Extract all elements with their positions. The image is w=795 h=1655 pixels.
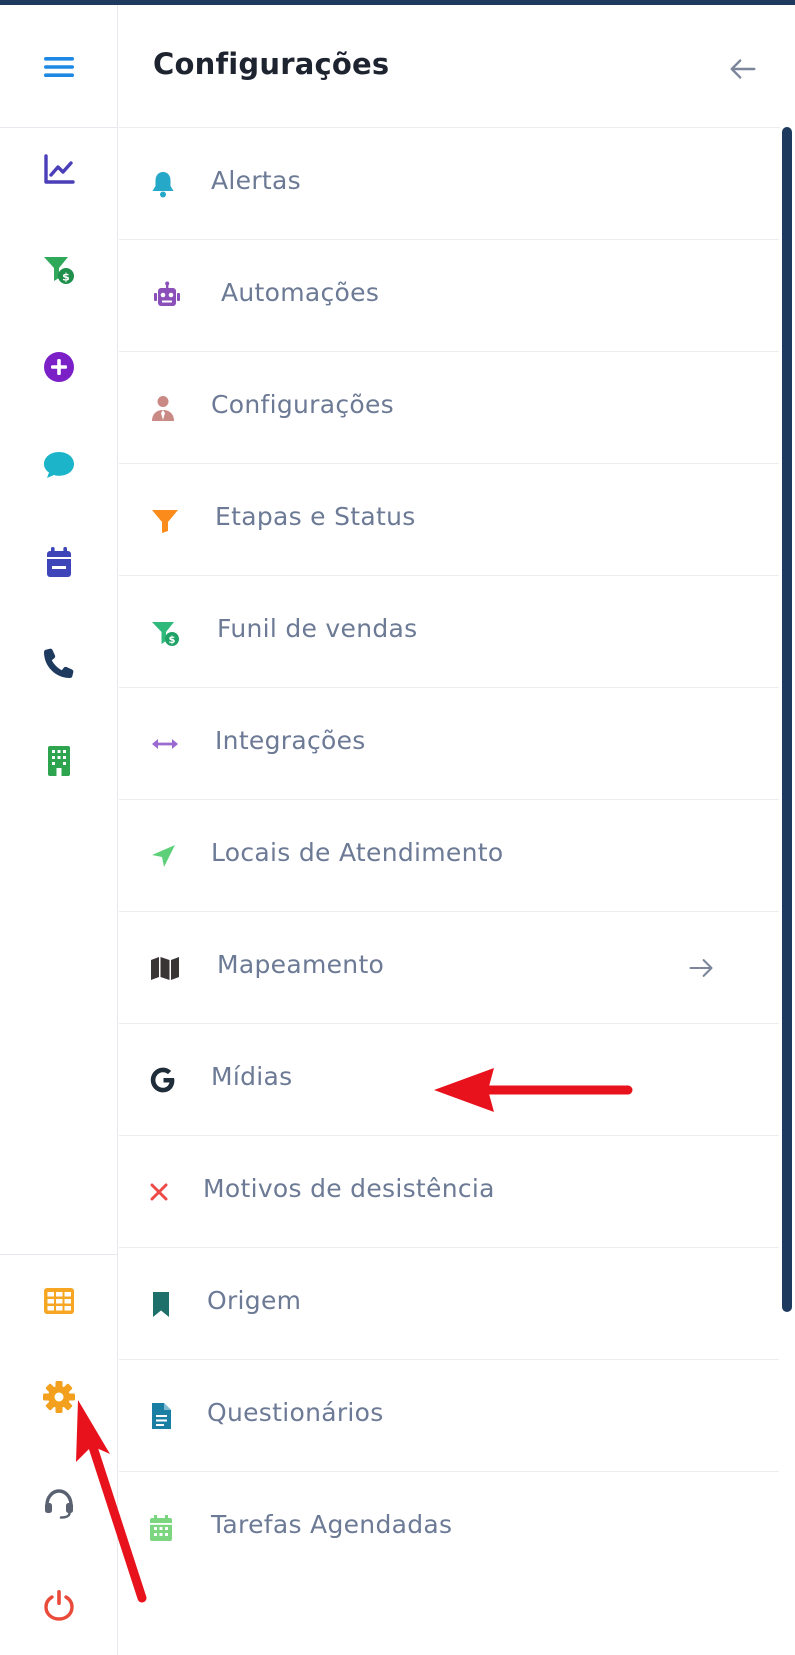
menu-item-label: Etapas e Status <box>215 502 416 531</box>
calendar-icon[interactable] <box>39 543 79 583</box>
back-button[interactable] <box>723 49 763 89</box>
menu-item-funil-vendas[interactable]: $ Funil de vendas <box>119 576 779 688</box>
menu-item-tarefas-agendadas[interactable]: Tarefas Agendadas <box>119 1472 779 1584</box>
settings-panel: Configurações Alertas Automações Configu… <box>119 5 795 1655</box>
grid-table-icon[interactable] <box>39 1281 79 1321</box>
menu-item-label: Funil de vendas <box>217 614 418 643</box>
calendar-alt-icon <box>143 1510 179 1546</box>
menu-item-label: Tarefas Agendadas <box>211 1510 453 1539</box>
menu-item-label: Questionários <box>207 1398 384 1427</box>
arrows-h-icon <box>147 726 183 762</box>
panel-header: Configurações <box>119 5 795 128</box>
building-icon[interactable] <box>39 741 79 781</box>
robot-icon <box>149 278 185 314</box>
menu-item-etapas-status[interactable]: Etapas e Status <box>119 464 779 576</box>
rail-divider <box>0 1254 118 1255</box>
arrow-right-icon[interactable] <box>683 950 719 986</box>
scrollbar-thumb[interactable] <box>782 127 792 1312</box>
menu-item-label: Mídias <box>211 1062 293 1091</box>
icon-sidebar: $ <box>0 5 118 1655</box>
menu-item-label: Integrações <box>215 726 366 755</box>
chat-bubble-icon[interactable] <box>39 445 79 485</box>
svg-text:$: $ <box>169 635 176 646</box>
panel-scrollbar[interactable] <box>780 127 795 1587</box>
phone-icon[interactable] <box>39 643 79 683</box>
svg-text:$: $ <box>62 271 70 284</box>
menu-item-midias[interactable]: Mídias <box>119 1024 779 1136</box>
settings-menu: Alertas Automações Configurações Etapas … <box>119 128 779 1584</box>
plus-circle-icon[interactable] <box>39 347 79 387</box>
menu-item-origem[interactable]: Origem <box>119 1248 779 1360</box>
menu-item-automacoes[interactable]: Automações <box>119 240 779 352</box>
menu-item-integracoes[interactable]: Integrações <box>119 688 779 800</box>
menu-item-locais-atendimento[interactable]: Locais de Atendimento <box>119 800 779 912</box>
gear-icon[interactable] <box>39 1377 79 1417</box>
funnel-icon <box>147 502 183 538</box>
menu-item-label: Locais de Atendimento <box>211 838 504 867</box>
menu-item-label: Alertas <box>211 166 301 195</box>
menu-item-motivos-desistencia[interactable]: Motivos de desistência <box>119 1136 779 1248</box>
location-arrow-icon <box>145 838 181 874</box>
menu-icon[interactable] <box>39 47 79 87</box>
menu-item-label: Configurações <box>211 390 395 419</box>
chart-line-icon[interactable] <box>39 149 79 189</box>
rail-header <box>0 5 118 128</box>
page-title: Configurações <box>153 47 390 81</box>
map-icon <box>147 950 183 986</box>
funnel-dollar-icon[interactable]: $ <box>39 249 79 289</box>
menu-item-mapeamento[interactable]: Mapeamento <box>119 912 779 1024</box>
google-icon <box>145 1062 181 1098</box>
file-alt-icon <box>143 1398 179 1434</box>
power-icon[interactable] <box>39 1585 79 1625</box>
menu-item-label: Origem <box>207 1286 302 1315</box>
user-tie-icon <box>145 390 181 426</box>
menu-item-alertas[interactable]: Alertas <box>119 128 779 240</box>
headset-icon[interactable] <box>39 1483 79 1523</box>
bell-icon <box>145 166 181 202</box>
menu-item-questionarios[interactable]: Questionários <box>119 1360 779 1472</box>
menu-item-label: Motivos de desistência <box>203 1174 495 1203</box>
menu-item-label: Automações <box>221 278 380 307</box>
bookmark-icon <box>143 1286 179 1322</box>
arrow-left-icon <box>730 59 756 79</box>
menu-item-label: Mapeamento <box>217 950 385 979</box>
menu-item-configuracoes[interactable]: Configurações <box>119 352 779 464</box>
funnel-dollar-icon: $ <box>147 614 183 650</box>
times-icon <box>141 1174 177 1210</box>
